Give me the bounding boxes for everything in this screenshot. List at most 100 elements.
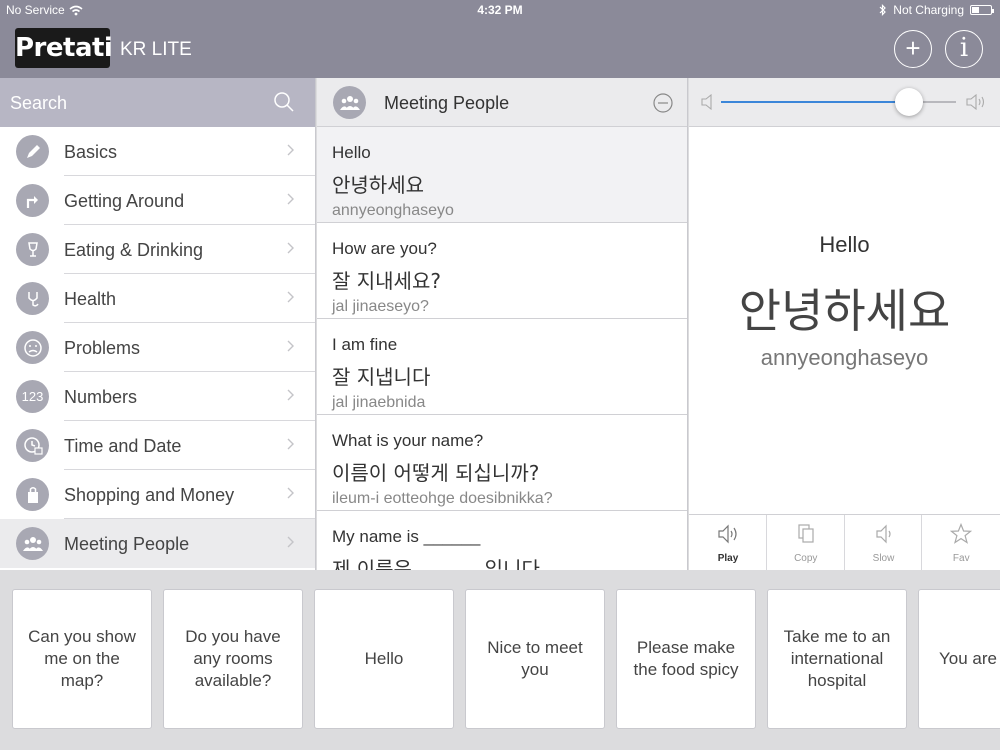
sidebar-item-eating-drinking[interactable]: Eating & Drinking — [0, 225, 315, 274]
chevron-right-icon — [287, 291, 294, 303]
chevron-right-icon — [287, 193, 294, 205]
phrase-english: How are you? — [332, 239, 437, 258]
phrase-romanization: jal jinaebnida — [332, 394, 426, 411]
category-sidebar: Search Basics Getting Around Eating & Dr… — [0, 78, 316, 570]
chevron-right-icon — [287, 340, 294, 352]
slow-label: Slow — [872, 553, 895, 564]
phrase-english: I am fine — [332, 335, 398, 354]
copy-icon — [798, 524, 814, 543]
sidebar-item-problems[interactable]: Problems — [0, 323, 315, 372]
sidebar-item-shopping-and-money[interactable]: Shopping and Money — [0, 470, 315, 519]
sidebar-item-label: Problems — [64, 338, 141, 358]
app-header: No Service 4:32 PM Not Charging Pretati … — [0, 0, 1000, 78]
chevron-right-icon — [287, 389, 294, 401]
volume-high-icon — [966, 94, 985, 110]
phrase-korean: 잘 지내세요? — [332, 269, 441, 293]
status-bar: No Service 4:32 PM Not Charging — [0, 0, 1000, 20]
app-logo: Pretati — [15, 28, 113, 68]
sidebar-item-getting-around[interactable]: Getting Around — [0, 176, 315, 225]
quick-phrase-card[interactable]: Do you have any rooms available? — [163, 589, 303, 729]
sidebar-item-label: Health — [64, 289, 117, 309]
people-icon — [333, 86, 366, 119]
phrase-item[interactable]: What is your name? 이름이 어떻게 되십니까? ileum-i… — [317, 415, 687, 511]
turn-arrow-icon — [16, 184, 49, 217]
slow-button[interactable]: Slow — [845, 515, 923, 570]
battery-icon — [970, 5, 994, 15]
copy-button[interactable]: Copy — [767, 515, 845, 570]
volume-slider[interactable] — [721, 88, 956, 116]
pen-icon — [16, 135, 49, 168]
phrase-romanization: jal jinaeseyo? — [332, 298, 429, 315]
chevron-right-icon — [287, 487, 294, 499]
add-button[interactable]: + — [894, 30, 932, 68]
volume-bar — [689, 78, 1000, 127]
play-label: Play — [717, 553, 739, 564]
shopping-bag-icon — [16, 478, 49, 511]
favorite-button[interactable]: Fav — [922, 515, 1000, 570]
sidebar-item-label: Meeting People — [64, 534, 190, 554]
detail-english: Hello — [819, 232, 870, 257]
volume-slider-handle[interactable] — [895, 88, 923, 116]
quick-phrase-card[interactable]: Please make the food spicy — [616, 589, 756, 729]
charging-label: Not Charging — [893, 3, 964, 17]
favorite-label: Fav — [952, 553, 970, 564]
star-icon — [950, 523, 973, 544]
glass-icon — [16, 233, 49, 266]
phrase-item[interactable]: Hello 안녕하세요 annyeonghaseyo — [317, 127, 687, 223]
detail-korean: 안녕하세요 — [738, 284, 951, 338]
sidebar-item-label: Shopping and Money — [64, 485, 235, 505]
phrase-korean: 이름이 어떻게 되십니까? — [332, 461, 540, 485]
chevron-right-icon — [287, 536, 294, 548]
sidebar-item-time-and-date[interactable]: Time and Date — [0, 421, 315, 470]
numbers-icon: 123 — [16, 380, 49, 413]
copy-label: Copy — [794, 553, 818, 564]
quick-phrase-card[interactable]: You are beautiful — [918, 589, 1000, 729]
sidebar-item-label: Time and Date — [64, 436, 182, 456]
clock-calendar-icon — [16, 429, 49, 462]
play-button[interactable]: Play — [689, 515, 767, 570]
phrase-korean: 안녕하세요 — [332, 173, 424, 197]
quick-phrase-card[interactable]: Take me to an international hospital — [767, 589, 907, 729]
app-subtitle: KR LITE — [120, 39, 192, 60]
clock: 4:32 PM — [477, 3, 523, 17]
collapse-icon[interactable] — [653, 93, 673, 113]
volume-low-icon — [701, 94, 712, 110]
quick-phrase-card[interactable]: Hello — [314, 589, 454, 729]
sidebar-item-label: Eating & Drinking — [64, 240, 204, 260]
sidebar-item-label: Getting Around — [64, 191, 185, 211]
quick-phrase-card[interactable]: Nice to meet you — [465, 589, 605, 729]
phrase-detail-panel: Hello 안녕하세요 annyeonghaseyo Play Copy Slo… — [689, 78, 1000, 570]
phrase-romanization: annyeonghaseyo — [332, 202, 454, 219]
chevron-right-icon — [287, 242, 294, 254]
quick-phrase-card[interactable]: Can you show me on the map? — [12, 589, 152, 729]
search-bar[interactable]: Search — [0, 78, 315, 127]
phrase-list-panel: Meeting People Hello 안녕하세요 annyeonghasey… — [317, 78, 688, 570]
sidebar-item-health[interactable]: Health — [0, 274, 315, 323]
speaker-icon — [718, 524, 737, 544]
phrase-romanization: ileum-i eotteohge doesibnikka? — [332, 490, 553, 507]
sad-face-icon — [16, 331, 49, 364]
phrase-english: What is your name? — [332, 431, 484, 450]
speaker-slow-icon — [875, 524, 891, 544]
phrase-detail: Hello 안녕하세요 annyeonghaseyo — [689, 127, 1000, 515]
stethoscope-icon — [16, 282, 49, 315]
chevron-right-icon — [287, 438, 294, 450]
chevron-right-icon — [287, 144, 294, 156]
sidebar-item-meeting-people[interactable]: Meeting People — [0, 519, 315, 568]
quick-phrase-strip: Can you show me on the map? Do you have … — [0, 570, 1000, 750]
sidebar-item-basics[interactable]: Basics — [0, 127, 315, 176]
search-input[interactable]: Search — [10, 93, 67, 114]
sidebar-item-numbers[interactable]: 123 Numbers — [0, 372, 315, 421]
phrase-english: My name is ______ — [332, 527, 481, 546]
phrase-english: Hello — [332, 143, 371, 162]
detail-romanization: annyeonghaseyo — [760, 345, 929, 370]
phrase-list-title: Meeting People — [384, 93, 510, 113]
search-icon[interactable] — [273, 91, 295, 113]
phrase-item[interactable]: How are you? 잘 지내세요? jal jinaeseyo? — [317, 223, 687, 319]
info-button[interactable]: i — [945, 30, 983, 68]
phrase-item[interactable]: I am fine 잘 지냅니다 jal jinaebnida — [317, 319, 687, 415]
people-icon — [16, 527, 49, 560]
phrase-list-header: Meeting People — [317, 78, 687, 127]
phrase-item[interactable]: My name is ______ 제 이름은 ______ 입니다 — [317, 511, 687, 570]
phrase-korean: 제 이름은 ______ 입니다 — [332, 557, 540, 570]
